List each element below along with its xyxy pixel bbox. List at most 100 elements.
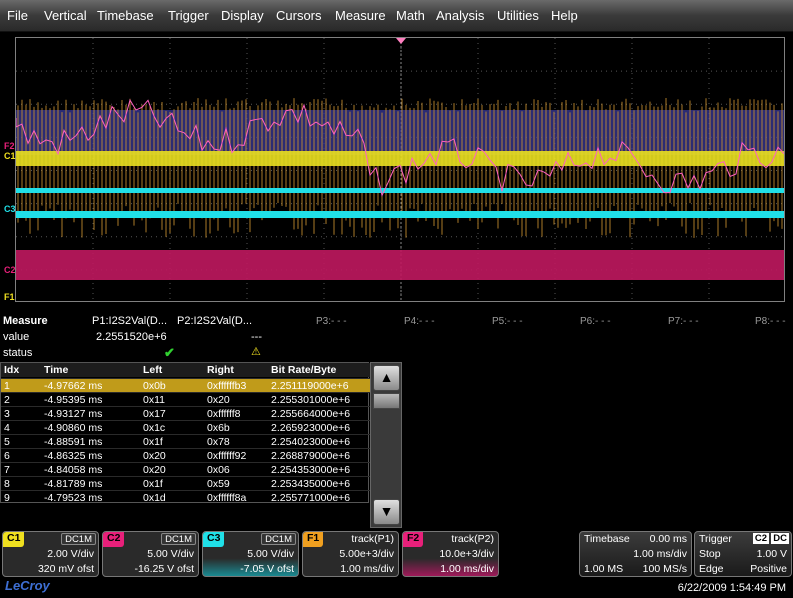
descriptor-f2[interactable]: F2 track(P2) 10.0e+3/div 1.00 ms/div — [402, 531, 499, 577]
menu-analysis[interactable]: Analysis — [436, 8, 484, 23]
timebase-descriptor[interactable]: Timebase 0.00 ms 1.00 ms/div 1.00 MS 100… — [579, 531, 692, 577]
menu-display[interactable]: Display — [221, 8, 264, 23]
cell-left: 0x11 — [143, 394, 165, 406]
cell-bitrate: 2.265923000e+6 — [271, 422, 351, 434]
table-row[interactable]: 1 -4.97662 ms 0x0b 0xffffffb3 2.251119000e+6 — [1, 378, 370, 392]
menu-timebase[interactable]: Timebase — [97, 8, 154, 23]
menu-measure[interactable]: Measure — [335, 8, 386, 23]
menu-cursors[interactable]: Cursors — [276, 8, 322, 23]
cell-idx: 3 — [4, 408, 10, 420]
cell-left: 0x1d — [143, 492, 166, 504]
measure-title: Measure — [3, 315, 48, 327]
col-idx: Idx — [4, 364, 20, 376]
table-row[interactable]: 4 -4.90860 ms 0x1c 0x6b 2.265923000e+6 — [1, 420, 370, 434]
table-row[interactable]: 3 -4.93127 ms 0x17 0xffffff8 2.255664000e+6 — [1, 406, 370, 420]
c2-coupling: DC1M — [161, 533, 196, 545]
cell-right: 0xffffff8 — [207, 408, 241, 420]
marker-c1: C1 — [4, 151, 16, 161]
cell-right: 0x6b — [207, 422, 230, 434]
up-arrow-icon: ▲ — [379, 369, 394, 385]
f1-vdiv: 5.00e+3/div — [339, 548, 394, 560]
table-row[interactable]: 2 -4.95395 ms 0x11 0x20 2.255301000e+6 — [1, 392, 370, 406]
c2-trace — [16, 250, 784, 280]
status-ok-icon: ✔ — [164, 345, 175, 360]
timebase-delay: 0.00 ms — [649, 533, 687, 545]
descriptor-f1[interactable]: F1 track(P1) 5.00e+3/div 1.00 ms/div — [302, 531, 399, 577]
menu-utilities[interactable]: Utilities — [497, 8, 539, 23]
c2-vdiv: 5.00 V/div — [147, 548, 194, 560]
status-warning-icon: ⚠ — [251, 346, 261, 358]
cell-left: 0x20 — [143, 464, 166, 476]
marker-c2: C2 — [4, 265, 16, 275]
trigger-coupling: DC — [771, 533, 789, 544]
trigger-descriptor[interactable]: Trigger C2 DC Stop 1.00 V Edge Positive — [694, 531, 792, 577]
descriptor-c3[interactable]: C3 DC1M 5.00 V/div -7.05 V ofst — [202, 531, 299, 577]
cell-idx: 6 — [4, 450, 10, 462]
trigger-time-arrow — [396, 38, 406, 44]
trigger-level: 1.00 V — [756, 548, 787, 560]
measure-p8[interactable]: P8:- - - — [755, 316, 786, 327]
measure-p5[interactable]: P5:- - - — [492, 316, 523, 327]
cell-left: 0x1f — [143, 436, 163, 448]
table-scrollbar[interactable]: ▲ ▼ — [370, 362, 402, 528]
scroll-down-button[interactable]: ▼ — [373, 499, 400, 525]
cell-time: -4.81789 ms — [44, 478, 103, 490]
descriptor-c2[interactable]: C2 DC1M 5.00 V/div -16.25 V ofst — [102, 531, 199, 577]
table-row[interactable]: 9 -4.79523 ms 0x1d 0xffffff8a 2.255771000e+6 — [1, 490, 370, 504]
c2-label: C2 — [103, 532, 125, 547]
marker-f1: F1 — [4, 292, 15, 302]
timebase-per-div: 1.00 ms/div — [633, 548, 687, 560]
descriptor-c1[interactable]: C1 DC1M 2.00 V/div 320 mV ofst — [2, 531, 99, 577]
f2-vdiv: 10.0e+3/div — [439, 548, 494, 560]
scroll-thumb[interactable] — [373, 393, 400, 409]
f2-function: track(P2) — [451, 533, 494, 545]
table-row[interactable]: 5 -4.88591 ms 0x1f 0x78 2.254023000e+6 — [1, 434, 370, 448]
scroll-up-button[interactable]: ▲ — [373, 365, 400, 391]
measure-p4[interactable]: P4:- - - — [404, 316, 435, 327]
cell-idx: 4 — [4, 422, 10, 434]
cell-time: -4.84058 ms — [44, 464, 103, 476]
waveform-grid[interactable] — [15, 37, 785, 302]
c3-label: C3 — [203, 532, 225, 547]
f1-hdiv: 1.00 ms/div — [340, 563, 394, 575]
table-row[interactable]: 8 -4.81789 ms 0x1f 0x59 2.253435000e+6 — [1, 476, 370, 490]
trigger-label: Trigger — [699, 533, 732, 545]
measure-p2-value: --- — [251, 331, 262, 343]
table-row[interactable]: 6 -4.86325 ms 0x20 0xffffff92 2.268879000e+6 — [1, 448, 370, 462]
cell-right: 0xffffff8a — [207, 492, 247, 504]
menu-help[interactable]: Help — [551, 8, 578, 23]
cell-bitrate: 2.255771000e+6 — [271, 492, 351, 504]
c3-trace-bottom — [16, 211, 784, 218]
c1-vdiv: 2.00 V/div — [47, 548, 94, 560]
cell-bitrate: 2.253435000e+6 — [271, 478, 351, 490]
menu-vertical[interactable]: Vertical — [44, 8, 87, 23]
timebase-samples: 1.00 MS — [584, 563, 624, 575]
menu-file[interactable]: File — [7, 8, 28, 23]
menu-math[interactable]: Math — [396, 8, 425, 23]
measure-p7[interactable]: P7:- - - — [668, 316, 699, 327]
c1-trace — [16, 151, 784, 166]
c3-coupling: DC1M — [261, 533, 296, 545]
cell-left: 0x17 — [143, 408, 166, 420]
menu-trigger[interactable]: Trigger — [168, 8, 209, 23]
measure-p3[interactable]: P3:- - - — [316, 316, 347, 327]
c1-offset: 320 mV ofst — [37, 563, 94, 575]
cell-time: -4.90860 ms — [44, 422, 103, 434]
c2-offset: -16.25 V ofst — [134, 563, 194, 575]
measure-p1-name[interactable]: P1:I2S2Val(D... — [92, 315, 167, 327]
cell-idx: 8 — [4, 478, 10, 490]
c3-offset: -7.05 V ofst — [240, 563, 294, 575]
table-row[interactable]: 7 -4.84058 ms 0x20 0x06 2.254353000e+6 — [1, 462, 370, 476]
f1-label: F1 — [303, 532, 324, 547]
measure-p2-name[interactable]: P2:I2S2Val(D... — [177, 315, 252, 327]
col-time: Time — [44, 364, 69, 376]
c1-label: C1 — [3, 532, 25, 547]
cell-idx: 5 — [4, 436, 10, 448]
cell-right: 0x78 — [207, 436, 230, 448]
cell-time: -4.79523 ms — [44, 492, 103, 504]
decode-table: Idx Time Left Right Bit Rate/Byte 1 -4.97… — [0, 362, 370, 504]
measure-p6[interactable]: P6:- - - — [580, 316, 611, 327]
cell-time: -4.95395 ms — [44, 394, 103, 406]
cell-bitrate: 2.254353000e+6 — [271, 464, 351, 476]
c3-vdiv: 5.00 V/div — [247, 548, 294, 560]
